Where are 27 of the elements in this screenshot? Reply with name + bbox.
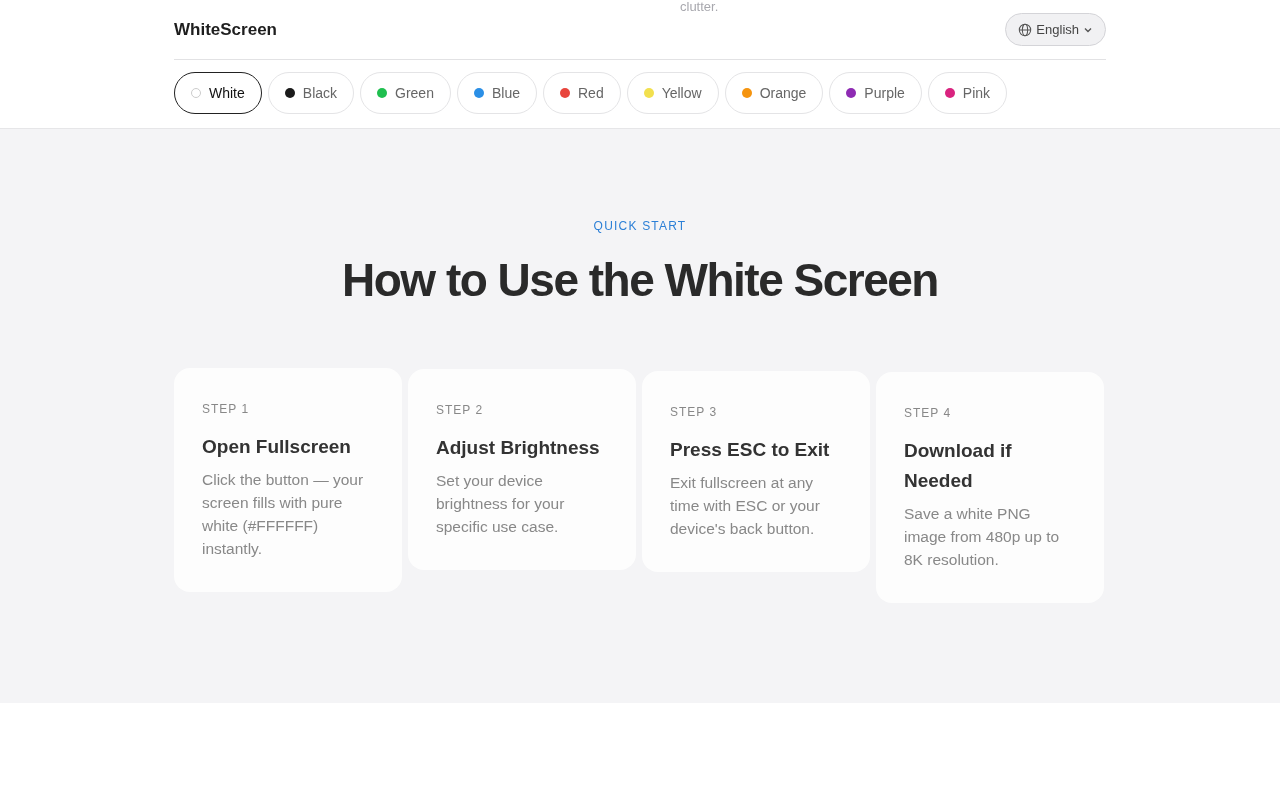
color-chip[interactable]: Yellow <box>626 72 719 114</box>
step-label: STEP 1 <box>202 401 251 419</box>
color-chip[interactable]: Blue <box>456 72 537 114</box>
color-chip[interactable]: Purple <box>829 72 922 114</box>
background-text: clutter. <box>680 0 719 14</box>
section-eyebrow: QUICK START <box>592 218 688 235</box>
color-chip[interactable]: Green <box>360 72 451 114</box>
step-description: Set your device brightness for your specific use case. <box>436 471 566 538</box>
color-chip[interactable]: Black <box>267 72 355 114</box>
step-description: Exit fullscreen at any time with ESC or your device's back button. <box>670 472 821 539</box>
step-description: Click the button — your screen fills with pure white (#FFFFFF) instantly. <box>202 470 365 560</box>
step-title: Press ESC to Exit <box>670 437 831 462</box>
color-chip[interactable]: Red <box>543 72 621 114</box>
step-title: Open Fullscreen <box>202 435 352 460</box>
brand-name: WhiteScreen <box>174 18 277 41</box>
step-title: Adjust Brightness <box>436 436 601 461</box>
language-dropdown[interactable]: English <box>1005 12 1106 47</box>
color-chip[interactable]: Pink <box>927 72 1008 114</box>
step-description: Save a white PNG image from 480p up to 8K resolution. <box>904 504 1061 571</box>
color-chip[interactable]: White <box>174 72 262 114</box>
step-label: STEP 2 <box>436 402 485 420</box>
step-title: Download if Needed <box>904 439 1013 494</box>
section-title: How to Use the White Screen <box>341 253 939 308</box>
globe-icon <box>1018 22 1033 37</box>
step-label: STEP 3 <box>670 403 719 421</box>
step-label: STEP 4 <box>904 405 953 423</box>
color-chip[interactable]: Orange <box>724 72 824 114</box>
